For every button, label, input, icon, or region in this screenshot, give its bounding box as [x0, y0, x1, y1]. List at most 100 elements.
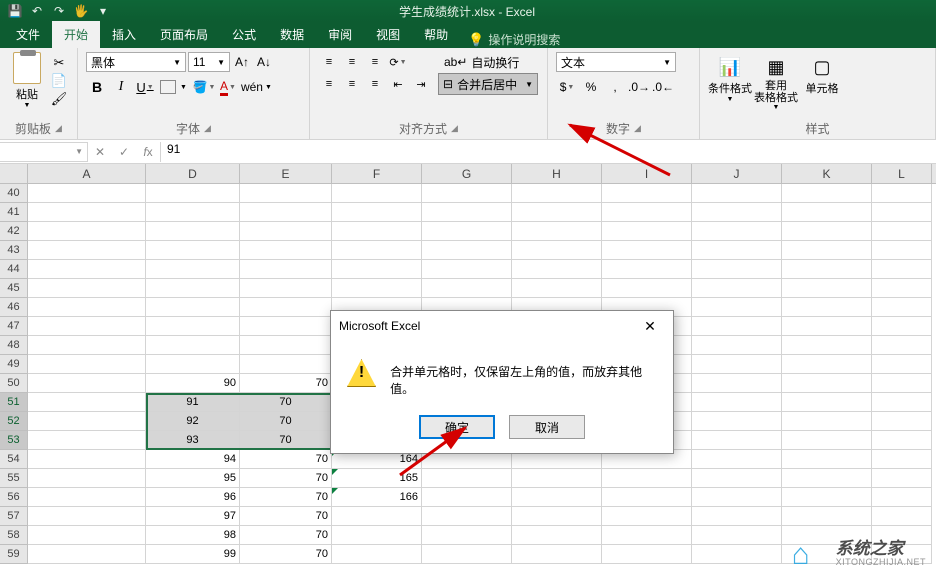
cell[interactable] — [692, 241, 782, 260]
cell[interactable] — [782, 260, 872, 279]
cell[interactable] — [332, 279, 422, 298]
row-header[interactable]: 44 — [0, 260, 28, 279]
cell[interactable] — [332, 260, 422, 279]
cancel-button[interactable]: 取消 — [509, 415, 585, 439]
ok-button[interactable]: 确定 — [419, 415, 495, 439]
cell[interactable] — [28, 393, 146, 412]
cell[interactable] — [240, 222, 332, 241]
cell[interactable] — [872, 241, 932, 260]
cell[interactable] — [782, 241, 872, 260]
cell[interactable] — [422, 488, 512, 507]
font-launcher[interactable]: ◢ — [204, 123, 211, 134]
cell[interactable]: 97 — [146, 507, 240, 526]
align-center-icon[interactable]: ≡ — [341, 74, 363, 94]
cell[interactable] — [512, 184, 602, 203]
tab-formulas[interactable]: 公式 — [220, 21, 268, 48]
row-header[interactable]: 52 — [0, 412, 28, 431]
cell[interactable] — [872, 336, 932, 355]
cell[interactable] — [28, 450, 146, 469]
copy-icon[interactable]: 📄 — [50, 73, 68, 89]
cell[interactable] — [692, 298, 782, 317]
cell[interactable] — [782, 317, 872, 336]
cell[interactable]: 99 — [146, 545, 240, 564]
number-launcher[interactable]: ◢ — [634, 123, 641, 134]
col-header-A[interactable]: A — [28, 164, 146, 183]
cell[interactable]: 165 — [332, 469, 422, 488]
cell[interactable] — [146, 355, 240, 374]
border-button[interactable] — [160, 80, 176, 94]
cell[interactable] — [422, 222, 512, 241]
tab-view[interactable]: 视图 — [364, 21, 412, 48]
row-header[interactable]: 54 — [0, 450, 28, 469]
fill-color-button[interactable]: 🪣▼ — [193, 76, 215, 98]
tab-file[interactable]: 文件 — [4, 21, 52, 48]
tab-data[interactable]: 数据 — [268, 21, 316, 48]
cell[interactable] — [692, 412, 782, 431]
align-right-icon[interactable]: ≡ — [364, 74, 386, 94]
cell[interactable] — [512, 526, 602, 545]
col-header-I[interactable]: I — [602, 164, 692, 183]
conditional-format-button[interactable]: 📊 条件格式▼ — [708, 52, 752, 111]
cell[interactable] — [692, 469, 782, 488]
format-painter-icon[interactable]: 🖌 — [50, 91, 68, 107]
decrease-font-icon[interactable]: A↓ — [254, 52, 274, 72]
row-header[interactable]: 41 — [0, 203, 28, 222]
cell[interactable]: 70 — [240, 431, 332, 450]
cell[interactable] — [782, 298, 872, 317]
cell[interactable] — [872, 184, 932, 203]
cell[interactable] — [602, 488, 692, 507]
cell[interactable] — [872, 260, 932, 279]
cell[interactable]: 166 — [332, 488, 422, 507]
cell[interactable] — [692, 203, 782, 222]
cell[interactable] — [602, 222, 692, 241]
cell[interactable] — [602, 241, 692, 260]
cell[interactable] — [28, 317, 146, 336]
cell[interactable]: 91 — [146, 393, 240, 412]
cell[interactable] — [28, 526, 146, 545]
wrap-text-button[interactable]: ab↵自动换行 — [438, 52, 538, 72]
cell[interactable] — [602, 526, 692, 545]
cell[interactable] — [28, 469, 146, 488]
cell[interactable] — [28, 412, 146, 431]
cell[interactable] — [872, 431, 932, 450]
name-box[interactable]: ▼ — [0, 142, 88, 162]
cell[interactable]: 70 — [240, 469, 332, 488]
cell[interactable] — [602, 545, 692, 564]
qat-customize-icon[interactable]: ▾ — [94, 2, 112, 20]
comma-format-icon[interactable]: , — [604, 76, 626, 98]
underline-button[interactable]: U▼ — [134, 76, 156, 98]
cell[interactable] — [240, 317, 332, 336]
cell[interactable] — [782, 203, 872, 222]
increase-indent-icon[interactable]: ⇥ — [410, 74, 432, 94]
cell[interactable] — [512, 488, 602, 507]
cell[interactable] — [692, 431, 782, 450]
cell[interactable] — [602, 279, 692, 298]
cell[interactable] — [692, 393, 782, 412]
paste-button[interactable]: 粘贴 ▼ — [8, 52, 46, 109]
cell[interactable] — [692, 450, 782, 469]
cell[interactable] — [422, 526, 512, 545]
cell[interactable] — [602, 203, 692, 222]
cell[interactable] — [240, 298, 332, 317]
cell[interactable] — [602, 507, 692, 526]
cell[interactable] — [146, 184, 240, 203]
col-header-F[interactable]: F — [332, 164, 422, 183]
percent-format-icon[interactable]: % — [580, 76, 602, 98]
cell[interactable] — [28, 336, 146, 355]
row-header[interactable]: 47 — [0, 317, 28, 336]
cell[interactable] — [782, 336, 872, 355]
cell[interactable] — [422, 469, 512, 488]
cell[interactable] — [28, 355, 146, 374]
cell[interactable] — [28, 241, 146, 260]
cell[interactable] — [872, 450, 932, 469]
cell[interactable] — [332, 545, 422, 564]
format-as-table-button[interactable]: ▦ 套用 表格格式▼ — [754, 52, 798, 111]
cell[interactable] — [602, 184, 692, 203]
cell[interactable] — [512, 279, 602, 298]
col-header-K[interactable]: K — [782, 164, 872, 183]
cell[interactable]: 70 — [240, 374, 332, 393]
row-header[interactable]: 49 — [0, 355, 28, 374]
col-header-H[interactable]: H — [512, 164, 602, 183]
increase-font-icon[interactable]: A↑ — [232, 52, 252, 72]
row-header[interactable]: 59 — [0, 545, 28, 564]
